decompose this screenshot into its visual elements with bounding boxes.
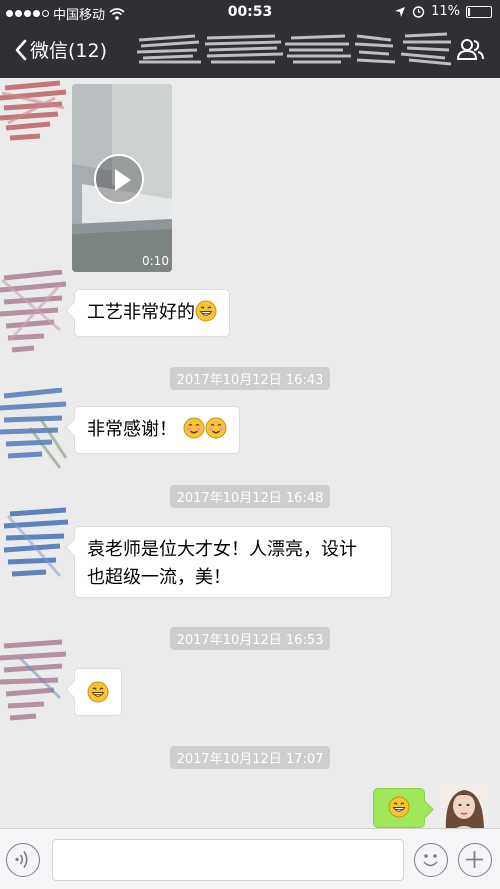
message-text: 工艺非常好的 bbox=[87, 302, 195, 323]
input-bar bbox=[0, 828, 500, 889]
sender-avatar[interactable] bbox=[0, 388, 70, 478]
message-input[interactable] bbox=[52, 839, 404, 881]
nav-bar: 微信(12) bbox=[0, 24, 500, 78]
group-contacts-icon[interactable] bbox=[456, 38, 484, 60]
play-icon[interactable] bbox=[94, 154, 144, 204]
timestamp: 2017年10月12日 17:07 bbox=[0, 746, 500, 769]
back-label: 微信(12) bbox=[30, 40, 108, 62]
location-arrow-icon bbox=[395, 6, 406, 17]
voice-button[interactable] bbox=[6, 843, 40, 877]
sender-avatar[interactable] bbox=[0, 506, 70, 592]
my-avatar[interactable] bbox=[440, 784, 488, 832]
battery-fill bbox=[468, 7, 470, 16]
plus-button[interactable] bbox=[458, 843, 492, 877]
grin-emoji-icon bbox=[388, 796, 410, 818]
my-message-bubble[interactable] bbox=[373, 788, 425, 828]
timestamp: 2017年10月12日 16:43 bbox=[0, 367, 500, 390]
sender-avatar[interactable] bbox=[0, 638, 70, 734]
top-bar: 中国移动 00:53 11% 微信(12) bbox=[0, 0, 500, 78]
voice-icon bbox=[15, 851, 28, 868]
message-text-line: 也超级一流，美！ bbox=[87, 567, 231, 588]
message-bubble[interactable]: 袁老师是位大才女！人漂亮，设计 也超级一流，美！ bbox=[74, 526, 392, 598]
video-message[interactable]: 0:10 bbox=[72, 84, 172, 272]
plus-icon bbox=[466, 851, 483, 868]
message-bubble[interactable] bbox=[74, 668, 122, 716]
blush-emoji-icon bbox=[183, 417, 205, 439]
blush-emoji-icon bbox=[205, 417, 227, 439]
sender-avatar[interactable] bbox=[0, 78, 70, 158]
chevron-left-icon bbox=[15, 39, 27, 60]
redacted-chat-title bbox=[136, 32, 452, 66]
back-button[interactable]: 微信(12) bbox=[14, 36, 107, 63]
status-bar: 中国移动 00:53 11% bbox=[0, 0, 500, 24]
sender-avatar[interactable] bbox=[0, 270, 70, 360]
alarm-icon bbox=[412, 6, 425, 18]
message-bubble[interactable]: 工艺非常好的 bbox=[74, 289, 230, 337]
message-bubble[interactable]: 非常感谢！ bbox=[74, 406, 240, 454]
emoji-icon bbox=[423, 854, 438, 867]
battery-icon bbox=[466, 5, 492, 18]
message-text: 非常感谢！ bbox=[87, 419, 177, 440]
message-text-line: 袁老师是位大才女！人漂亮，设计 bbox=[87, 539, 357, 560]
chat-area[interactable]: 0:10 工艺非常好的 2017年10月12日 16:43 非常感谢！ 2017… bbox=[0, 78, 500, 832]
video-duration: 0:10 bbox=[142, 254, 169, 268]
grin-emoji-icon bbox=[195, 300, 217, 322]
battery-percent: 11% bbox=[431, 4, 460, 19]
timestamp: 2017年10月12日 16:48 bbox=[0, 485, 500, 508]
timestamp: 2017年10月12日 16:53 bbox=[0, 627, 500, 650]
grin-emoji-icon bbox=[87, 681, 109, 703]
emoji-button[interactable] bbox=[414, 843, 448, 877]
